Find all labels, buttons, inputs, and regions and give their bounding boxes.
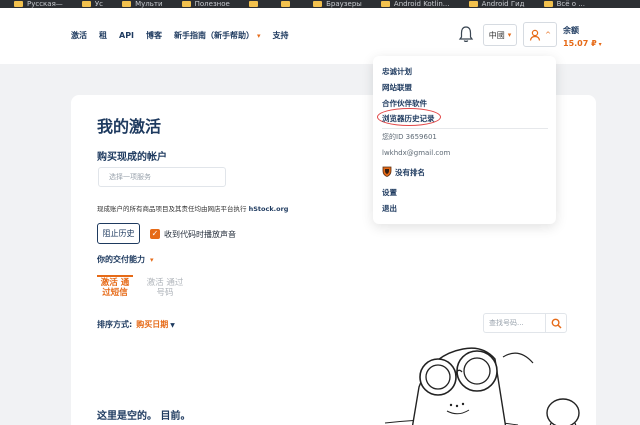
block-history-button[interactable]: 阻止历史	[97, 223, 140, 244]
service-select[interactable]: 选择一项服务	[98, 167, 226, 187]
bookmarks-bar: Русская— Ус Мульти Полезное Браузеры And…	[0, 0, 640, 8]
empty-state-text: 这里是空的。 目前。	[97, 411, 191, 422]
tab-sms-activation[interactable]: 激活 通过短信	[97, 275, 133, 298]
bell-icon[interactable]	[458, 25, 474, 43]
section-title: 购买现成的帐户	[97, 152, 167, 163]
nav-activation[interactable]: 激活	[71, 30, 87, 41]
bookmark-label: Браузеры	[326, 0, 362, 8]
sort-control[interactable]: 排序方式: 购买日期 ▼	[97, 319, 175, 330]
chevron-down-icon: ▾	[150, 256, 154, 264]
balance-amount: 15.07 ₽	[563, 39, 597, 48]
bookmark[interactable]: Полезное	[181, 0, 230, 8]
empty-state-illustration	[384, 347, 580, 425]
folder-icon	[468, 1, 478, 7]
user-icon	[529, 29, 541, 41]
folder-icon	[181, 1, 191, 7]
menu-loyalty-program[interactable]: 忠诚计划	[382, 66, 412, 77]
search-button[interactable]	[545, 313, 567, 333]
hstock-link[interactable]: hStock.org	[249, 205, 289, 213]
bookmark[interactable]: Всё о ...	[543, 0, 585, 8]
nav-label: 支持	[272, 31, 289, 40]
nav-api[interactable]: API	[119, 31, 134, 40]
balance-value[interactable]: 15.07 ₽ ▾	[563, 39, 602, 48]
folder-icon	[543, 1, 553, 7]
bookmark-label: Android Kotlin...	[393, 0, 450, 8]
caret-down-icon: ▼	[170, 322, 175, 329]
user-id: 您的ID 3659601	[382, 133, 437, 141]
folder-icon	[14, 1, 23, 7]
folder-icon	[81, 1, 91, 7]
nav-guide[interactable]: 新手指南（新手帮助） ▾	[174, 30, 261, 41]
folder-icon	[313, 1, 323, 7]
folder-icon	[380, 1, 390, 7]
disclaimer-text: 现成账户的所有商品项目及其责任均由网店平台执行	[97, 205, 247, 213]
bookmark-label: Мульти	[135, 0, 163, 8]
chevron-down-icon: ▾	[507, 31, 512, 39]
user-email: lwkhdx@gmail.com	[382, 149, 451, 157]
nav-support[interactable]: 支持	[273, 30, 289, 41]
nav-blog[interactable]: 博客	[146, 30, 162, 41]
bookmark[interactable]: Русская—	[14, 0, 63, 8]
bookmark-label: Всё о ...	[556, 0, 585, 8]
folder-icon	[281, 1, 291, 7]
menu-affiliate[interactable]: 网站联盟	[382, 82, 412, 93]
nav-label: 新手指南（新手帮助）	[174, 31, 255, 40]
bookmark[interactable]	[248, 0, 262, 8]
search-icon	[551, 318, 562, 329]
rank-label: 没有排名	[395, 168, 425, 177]
number-search-input[interactable]: 查找号码...	[483, 313, 545, 333]
nav-rent[interactable]: 租	[99, 30, 107, 41]
language-label: 中國	[488, 30, 505, 40]
menu-divider	[382, 128, 548, 129]
sound-label: 收到代码时播放声音	[164, 230, 236, 239]
bookmark[interactable]: Android Гид	[468, 0, 525, 8]
sort-label: 排序方式:	[97, 320, 133, 329]
disclaimer: 现成账户的所有商品项目及其责任均由网店平台执行 hStock.org	[97, 203, 288, 213]
nav-label: 激活	[71, 31, 87, 40]
balance-label: 余额	[563, 26, 579, 35]
bookmark[interactable]	[281, 0, 294, 8]
nav-label: 租	[99, 31, 107, 40]
sound-checkbox[interactable]: ✓	[150, 229, 160, 239]
bookmark[interactable]: Android Kotlin...	[380, 0, 450, 8]
bookmark-label: Ус	[94, 0, 104, 8]
menu-browser-history[interactable]: 浏览器历史记录	[382, 113, 435, 124]
delivery-power-label: 你的交付能力	[97, 255, 145, 264]
user-menu-button[interactable]: ^	[523, 22, 557, 47]
rank-shield-icon	[382, 166, 392, 177]
folder-icon	[122, 1, 132, 7]
delivery-power[interactable]: 你的交付能力 ▾	[97, 254, 154, 265]
chevron-down-icon: ▾	[598, 41, 602, 48]
bookmark[interactable]: Мульти	[122, 0, 163, 8]
bookmark[interactable]: Ус	[81, 0, 104, 8]
main-nav: 激活 租 API 博客 新手指南（新手帮助） ▾ 支持	[71, 30, 301, 41]
nav-label: API	[119, 31, 135, 40]
sort-value: 购买日期	[136, 320, 169, 329]
tab-number-activation[interactable]: 激活 通过号码	[146, 278, 184, 298]
menu-logout[interactable]: 退出	[382, 203, 397, 214]
bookmark-label: Русская—	[27, 0, 63, 8]
menu-settings[interactable]: 设置	[382, 187, 397, 198]
chevron-down-icon: ▾	[257, 32, 261, 40]
chevron-up-icon: ^	[545, 30, 551, 39]
bookmark-label: Полезное	[194, 0, 230, 8]
page-title: 我的激活	[97, 117, 162, 136]
nav-label: 博客	[146, 31, 163, 40]
user-dropdown-menu: 忠诚计划 网站联盟 合作伙伴软件 浏览器历史记录 您的ID 3659601 lw…	[373, 56, 556, 224]
language-select[interactable]: 中國 ▾	[483, 24, 517, 46]
bookmark-label: Android Гид	[481, 0, 525, 8]
folder-icon	[248, 1, 258, 7]
bookmark[interactable]: Браузеры	[313, 0, 362, 8]
